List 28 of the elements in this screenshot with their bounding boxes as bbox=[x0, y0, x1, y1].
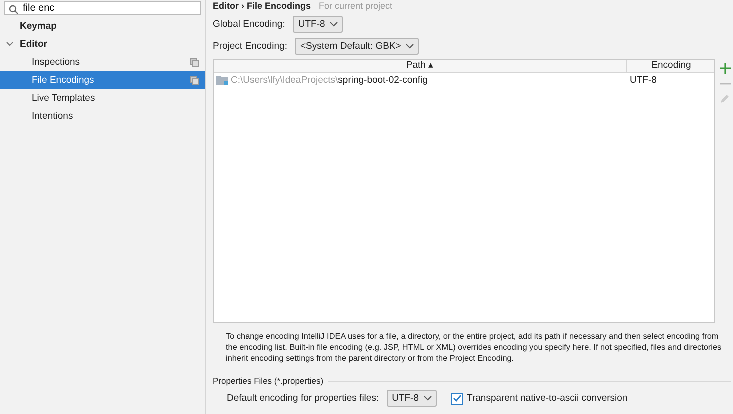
sidebar-item[interactable]: Intentions bbox=[0, 107, 205, 125]
chevron-icon bbox=[406, 44, 414, 48]
sidebar-item[interactable]: Keymap bbox=[0, 17, 205, 35]
field-label: Project Encoding: bbox=[213, 40, 288, 52]
table-cell: UTF-8 bbox=[630, 74, 657, 86]
checkbox-label: Transparent native-to-ascii conversion bbox=[467, 393, 628, 404]
column-header[interactable]: Path ▴ bbox=[214, 60, 627, 72]
sidebar-item[interactable]: File Encodings bbox=[0, 71, 205, 89]
checkbox[interactable] bbox=[451, 392, 464, 404]
chevron-icon bbox=[424, 396, 432, 401]
field-label: Default encoding for properties files: bbox=[227, 393, 380, 404]
sidebar-item[interactable]: Inspections bbox=[0, 53, 205, 71]
encoding-dropdown[interactable]: <System Default: GBK> bbox=[295, 38, 420, 54]
scope-note: For current project bbox=[319, 1, 393, 11]
folder-icon bbox=[216, 74, 229, 86]
description-text: To change encoding IntelliJ IDEA uses for a file, a directory, or the entire project, add its path if necessary and then select encoding from the encoding list. Built-in file encoding (e.g. JSP, HTML or XML) overrides encoding you specify here. If not specified, files and directories inherit encoding settings from the parent directory or from the Project Encoding. bbox=[226, 331, 723, 364]
column-header[interactable]: Encoding bbox=[627, 60, 714, 72]
encoding-dropdown[interactable]: UTF-8 bbox=[387, 390, 438, 407]
section-title: Properties Files (*.properties) bbox=[213, 376, 324, 386]
add-icon[interactable] bbox=[720, 63, 730, 74]
field-label: Global Encoding: bbox=[213, 18, 286, 30]
sidebar-item[interactable]: Editor bbox=[0, 35, 205, 53]
chevron-icon bbox=[330, 22, 338, 26]
table-cell: C:\Users\lfy\IdeaProjects\spring-boot-02-config bbox=[231, 74, 428, 86]
search-field[interactable]: file enc bbox=[4, 1, 201, 15]
sidebar-item[interactable]: Live Templates bbox=[0, 89, 205, 107]
breadcrumb: Editor › File Encodings bbox=[213, 1, 312, 11]
encoding-dropdown[interactable]: UTF-8 bbox=[293, 16, 344, 32]
